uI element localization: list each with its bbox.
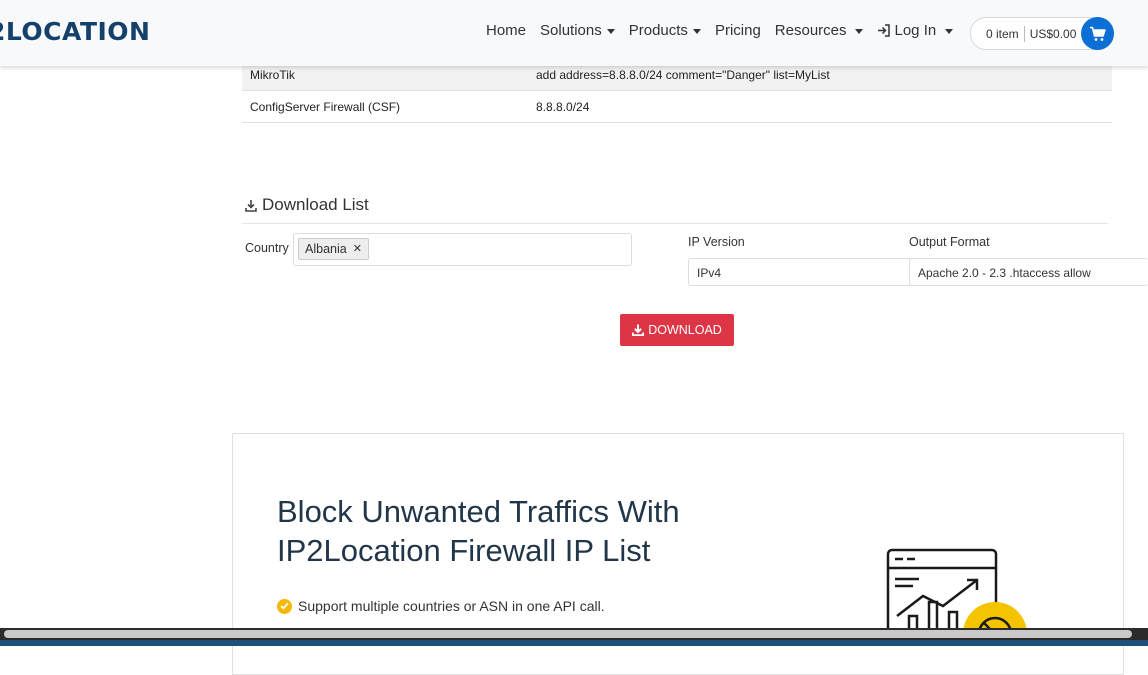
nav-resources-label: Resources	[774, 22, 847, 39]
logo[interactable]: 2LOCATION	[0, 17, 150, 46]
site-header: 2LOCATION Home Solutions Products Pricin…	[0, 0, 1148, 66]
cart-summary[interactable]: 0 item US$0.00	[970, 17, 1114, 50]
shopping-cart-icon	[1089, 26, 1106, 41]
promo-heading: Block Unwanted Traffics With IP2Location…	[277, 492, 680, 570]
promo-heading-line-1: Block Unwanted Traffics With	[277, 494, 680, 529]
nav-login-label: Log In	[894, 22, 937, 39]
analytics-browser-icon	[883, 544, 1033, 666]
nav-pricing[interactable]: Pricing	[715, 22, 761, 39]
row-value: add address=8.8.8.0/24 comment="Danger" …	[536, 68, 830, 82]
cart-total: US$0.00	[1029, 26, 1077, 41]
divider	[242, 223, 1108, 224]
download-list-title: Download List	[262, 195, 369, 214]
nav-products-label: Products	[628, 22, 688, 39]
country-multiselect[interactable]: ✕ Albania	[293, 233, 632, 266]
nav-solutions-label: Solutions	[540, 22, 602, 39]
caret-down-icon	[945, 29, 954, 34]
promo-heading-line-2: IP2Location Firewall IP List	[277, 533, 651, 568]
nav-resources[interactable]: Resources	[775, 22, 863, 39]
sign-in-icon	[877, 24, 891, 37]
download-button-label: DOWNLOAD	[648, 323, 722, 337]
row-name: ConfigServer Firewall (CSF)	[250, 100, 401, 114]
cart-item-count: 0 item	[986, 25, 1025, 42]
ip-version-select[interactable]: IPv4	[688, 258, 912, 286]
horizontal-scrollbar[interactable]	[0, 628, 1148, 646]
row-value: 8.8.8.0/24	[536, 100, 590, 114]
cart-button[interactable]	[1081, 17, 1114, 50]
nav-home-label: Home	[486, 22, 527, 39]
nav-solutions[interactable]: Solutions	[540, 22, 615, 39]
check-circle-icon	[277, 598, 292, 614]
scrollbar-thumb[interactable]	[4, 630, 1132, 638]
nav-products[interactable]: Products	[629, 22, 701, 39]
caret-down-icon	[692, 29, 701, 34]
caret-down-icon	[606, 29, 615, 34]
remove-tag-icon[interactable]: ✕	[353, 239, 362, 259]
download-button[interactable]: DOWNLOAD	[620, 314, 734, 346]
table-row: ConfigServer Firewall (CSF) 8.8.8.0/24	[242, 91, 1112, 123]
main-nav: Home Solutions Products Pricing Resource…	[486, 22, 967, 39]
download-icon	[245, 199, 257, 212]
nav-login[interactable]: Log In	[877, 22, 954, 39]
download-list-heading: Download List	[245, 195, 369, 215]
nav-pricing-label: Pricing	[714, 22, 761, 39]
country-tag: ✕ Albania	[298, 238, 369, 260]
country-label: Country	[245, 241, 289, 255]
download-icon	[632, 324, 645, 336]
output-format-select[interactable]: Apache 2.0 - 2.3 .htaccess allow	[909, 258, 1148, 286]
output-format-label: Output Format	[909, 235, 990, 249]
feature-text: Support multiple countries or ASN in one…	[298, 598, 605, 614]
ip-version-label: IP Version	[688, 235, 745, 249]
feature-item: Support multiple countries or ASN in one…	[277, 598, 605, 614]
country-tag-label: Albania	[305, 242, 347, 256]
caret-down-icon	[854, 29, 863, 34]
row-name: MikroTik	[250, 68, 295, 82]
nav-home[interactable]: Home	[486, 22, 526, 39]
